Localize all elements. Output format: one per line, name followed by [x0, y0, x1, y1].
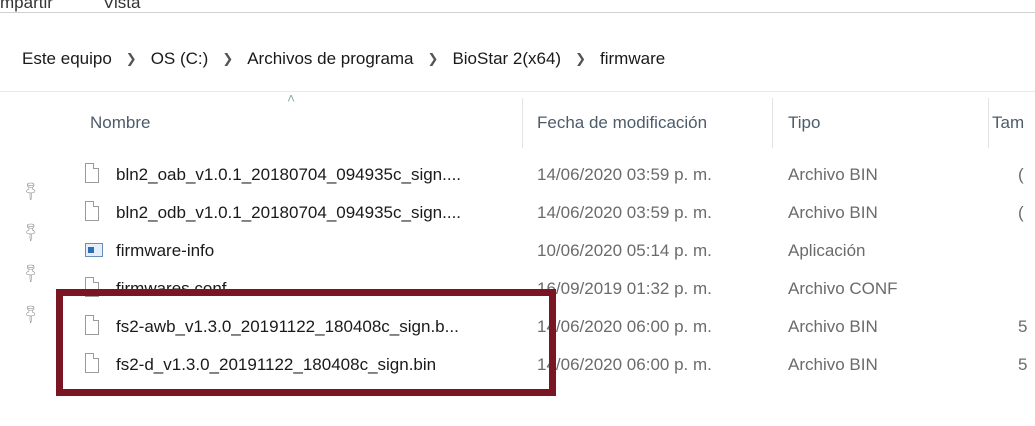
file-size: (: [1018, 203, 1024, 222]
file-date: 14/06/2020 06:00 p. m.: [537, 317, 712, 336]
file-icon: [85, 163, 101, 185]
file-type: Archivo BIN: [788, 317, 878, 336]
chevron-right-icon[interactable]: ❯: [428, 51, 439, 67]
breadcrumb-item-os-c[interactable]: OS (C:): [149, 49, 211, 69]
file-row[interactable]: firmware-info 10/06/2020 05:14 p. m. Apl…: [0, 232, 1035, 270]
file-name: bln2_odb_v1.0.1_20180704_094935c_sign...…: [116, 203, 462, 222]
file-size: (: [1018, 165, 1024, 184]
ribbon-tab-view[interactable]: Vista: [103, 0, 141, 13]
file-size: 5: [1018, 317, 1028, 336]
file-row[interactable]: fs2-d_v1.3.0_20191122_180408c_sign.bin 1…: [0, 346, 1035, 384]
column-separator[interactable]: [772, 98, 773, 148]
column-separator[interactable]: [988, 98, 989, 148]
file-row[interactable]: firmwares.conf 16/09/2019 01:32 p. m. Ar…: [0, 270, 1035, 308]
sort-ascending-icon: ˄: [287, 90, 296, 106]
column-header-size[interactable]: Tam: [992, 108, 1024, 138]
file-date: 10/06/2020 05:14 p. m.: [537, 241, 712, 260]
ribbon-tab-share[interactable]: mpartir: [0, 0, 53, 13]
breadcrumb: Este equipo ❯ OS (C:) ❯ Archivos de prog…: [20, 44, 667, 74]
column-header-type[interactable]: Tipo: [788, 108, 820, 138]
column-header-date[interactable]: Fecha de modificación: [537, 108, 707, 138]
file-row[interactable]: fs2-awb_v1.3.0_20191122_180408c_sign.b..…: [0, 308, 1035, 346]
breadcrumb-item-firmware[interactable]: firmware: [598, 49, 667, 69]
file-date: 16/09/2019 01:32 p. m.: [537, 279, 712, 298]
column-separator[interactable]: [522, 98, 523, 148]
breadcrumb-item-archivos-de-programa[interactable]: Archivos de programa: [245, 49, 415, 69]
ribbon-tabs: mpartir Vista: [0, 0, 1035, 13]
file-type: Archivo BIN: [788, 355, 878, 374]
file-icon: [85, 353, 101, 375]
file-size: 5: [1018, 355, 1028, 374]
file-type: Aplicación: [788, 241, 866, 260]
address-bar-divider: [0, 91, 1035, 92]
file-date: 14/06/2020 03:59 p. m.: [537, 203, 712, 222]
file-name: bln2_oab_v1.0.1_20180704_094935c_sign...…: [116, 165, 462, 184]
file-name: firmwares.conf: [116, 279, 227, 298]
file-type: Archivo BIN: [788, 165, 878, 184]
file-row[interactable]: bln2_odb_v1.0.1_20180704_094935c_sign...…: [0, 194, 1035, 232]
file-name: fs2-d_v1.3.0_20191122_180408c_sign.bin: [116, 355, 437, 374]
file-icon: [85, 201, 101, 223]
file-icon: [85, 277, 101, 299]
file-type: Archivo BIN: [788, 203, 878, 222]
file-date: 14/06/2020 03:59 p. m.: [537, 165, 712, 184]
file-date: 14/06/2020 06:00 p. m.: [537, 355, 712, 374]
column-header-name[interactable]: Nombre: [90, 108, 150, 138]
file-row[interactable]: bln2_oab_v1.0.1_20180704_094935c_sign...…: [0, 156, 1035, 194]
file-icon: [85, 315, 101, 337]
breadcrumb-item-este-equipo[interactable]: Este equipo: [20, 49, 114, 69]
breadcrumb-item-biostar[interactable]: BioStar 2(x64): [450, 49, 563, 69]
chevron-right-icon[interactable]: ❯: [222, 51, 233, 67]
file-name: fs2-awb_v1.3.0_20191122_180408c_sign.b..…: [116, 317, 459, 336]
application-icon: [85, 239, 103, 261]
file-type: Archivo CONF: [788, 279, 898, 298]
file-name: firmware-info: [116, 241, 215, 260]
chevron-right-icon[interactable]: ❯: [126, 51, 137, 67]
chevron-right-icon[interactable]: ❯: [575, 51, 586, 67]
